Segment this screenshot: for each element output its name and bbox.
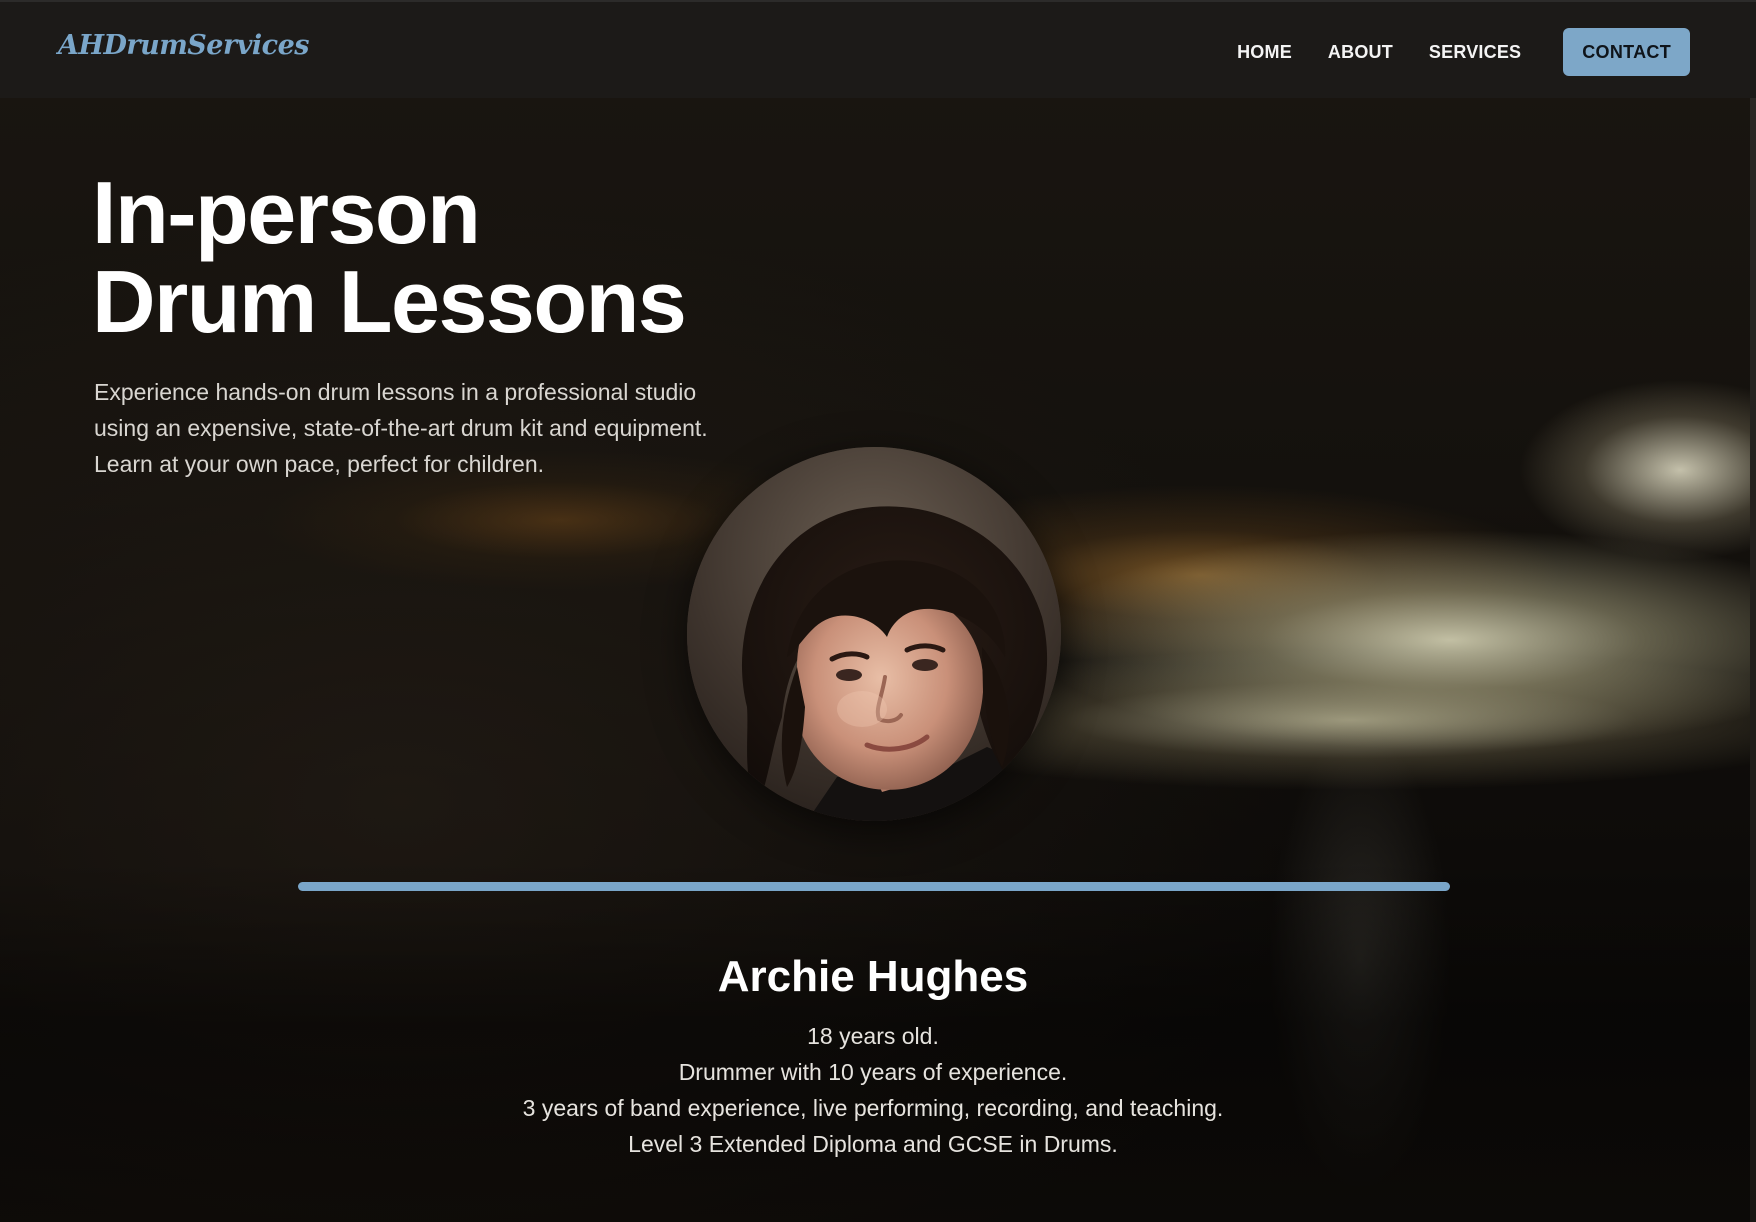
contact-button[interactable]: CONTACT bbox=[1563, 28, 1690, 76]
portrait-photo-icon bbox=[687, 447, 1061, 821]
nav-links: HOME ABOUT SERVICES CONTACT bbox=[1201, 28, 1690, 76]
bio-line-band: 3 years of band experience, live perform… bbox=[522, 1095, 1224, 1121]
bio-section: Archie Hughes 18 years old. Drummer with… bbox=[0, 950, 1746, 1162]
nav-link-services[interactable]: SERVICES bbox=[1429, 42, 1521, 63]
page: AHDrumServices HOME ABOUT SERVICES CONTA… bbox=[0, 0, 1756, 1222]
hero-title: In-person Drum Lessons bbox=[92, 163, 687, 351]
hero-title-line-2: Drum Lessons bbox=[92, 252, 687, 351]
nav-link-about[interactable]: ABOUT bbox=[1328, 42, 1393, 63]
bio-line-age: 18 years old. bbox=[807, 1023, 939, 1049]
page-edge bbox=[1750, 98, 1756, 1222]
navbar: AHDrumServices HOME ABOUT SERVICES CONTA… bbox=[0, 0, 1756, 98]
bio-line-experience: Drummer with 10 years of experience. bbox=[678, 1059, 1068, 1085]
nav-link-home[interactable]: HOME bbox=[1237, 42, 1292, 63]
hero-description: Experience hands-on drum lessons in a pr… bbox=[94, 379, 708, 477]
bio-line-qualifications: Level 3 Extended Diploma and GCSE in Dru… bbox=[628, 1131, 1118, 1157]
hero-title-line-1: In-person bbox=[92, 163, 481, 262]
section-divider bbox=[298, 882, 1450, 891]
bio-name: Archie Hughes bbox=[717, 952, 1029, 1001]
site-logo[interactable]: AHDrumServices bbox=[58, 30, 309, 61]
avatar bbox=[687, 447, 1061, 821]
